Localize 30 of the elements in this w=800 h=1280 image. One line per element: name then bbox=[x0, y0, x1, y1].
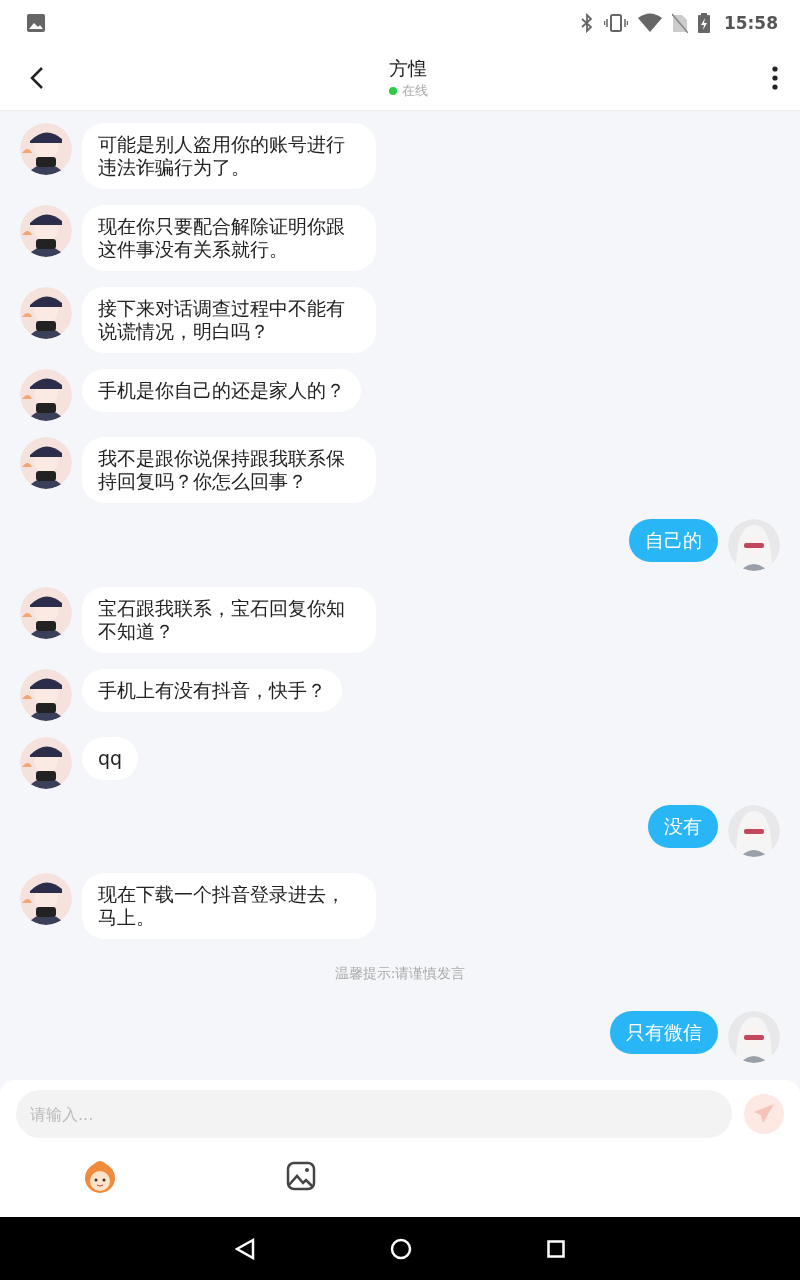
message-bubble: 现在下载一个抖音登录进去，马上。 bbox=[82, 873, 376, 939]
recents-nav-icon[interactable] bbox=[547, 1239, 565, 1258]
battery-icon bbox=[697, 13, 710, 33]
wifi-icon bbox=[637, 13, 662, 33]
message-bubble: 宝石跟我联系，宝石回复你知不知道？ bbox=[82, 587, 376, 653]
contact-name: 方惶 bbox=[389, 56, 427, 81]
presence-status: 在线 bbox=[401, 82, 428, 100]
message-bubble: 可能是别人盗用你的账号进行违法诈骗行为了。 bbox=[82, 123, 376, 189]
message-bubble: 手机上有没有抖音，快手？ bbox=[82, 669, 342, 712]
bluetooth-icon bbox=[579, 13, 594, 33]
send-icon bbox=[753, 1103, 775, 1125]
message-bubble: 没有 bbox=[648, 805, 718, 848]
message-bubble: 我不是跟你说保持跟我联系保持回复吗？你怎么回事？ bbox=[82, 437, 376, 503]
vibrate-icon bbox=[603, 13, 628, 33]
no-sim-icon bbox=[671, 13, 688, 33]
message-bubble: 手机是你自己的还是家人的？ bbox=[82, 369, 361, 412]
home-nav-icon[interactable] bbox=[390, 1237, 412, 1260]
message-bubble: qq bbox=[82, 737, 139, 780]
message-bubble: 自己的 bbox=[629, 519, 718, 562]
image-icon bbox=[26, 13, 46, 33]
image-icon[interactable] bbox=[286, 1161, 316, 1191]
message-bubble: 接下来对话调查过程中不能有说谎情况，明白吗？ bbox=[82, 287, 376, 353]
more-icon[interactable] bbox=[772, 66, 778, 90]
back-icon[interactable] bbox=[30, 66, 44, 90]
status-time: 15:58 bbox=[723, 13, 778, 33]
message-bubble: 只有微信 bbox=[610, 1011, 718, 1054]
message-bubble: 现在你只要配合解除证明你跟这件事没有关系就行。 bbox=[82, 205, 376, 271]
message-input[interactable]: 请输入... bbox=[16, 1090, 732, 1138]
system-notice: 温馨提示:请谨慎发言 bbox=[334, 965, 466, 983]
back-nav-icon[interactable] bbox=[235, 1237, 255, 1260]
